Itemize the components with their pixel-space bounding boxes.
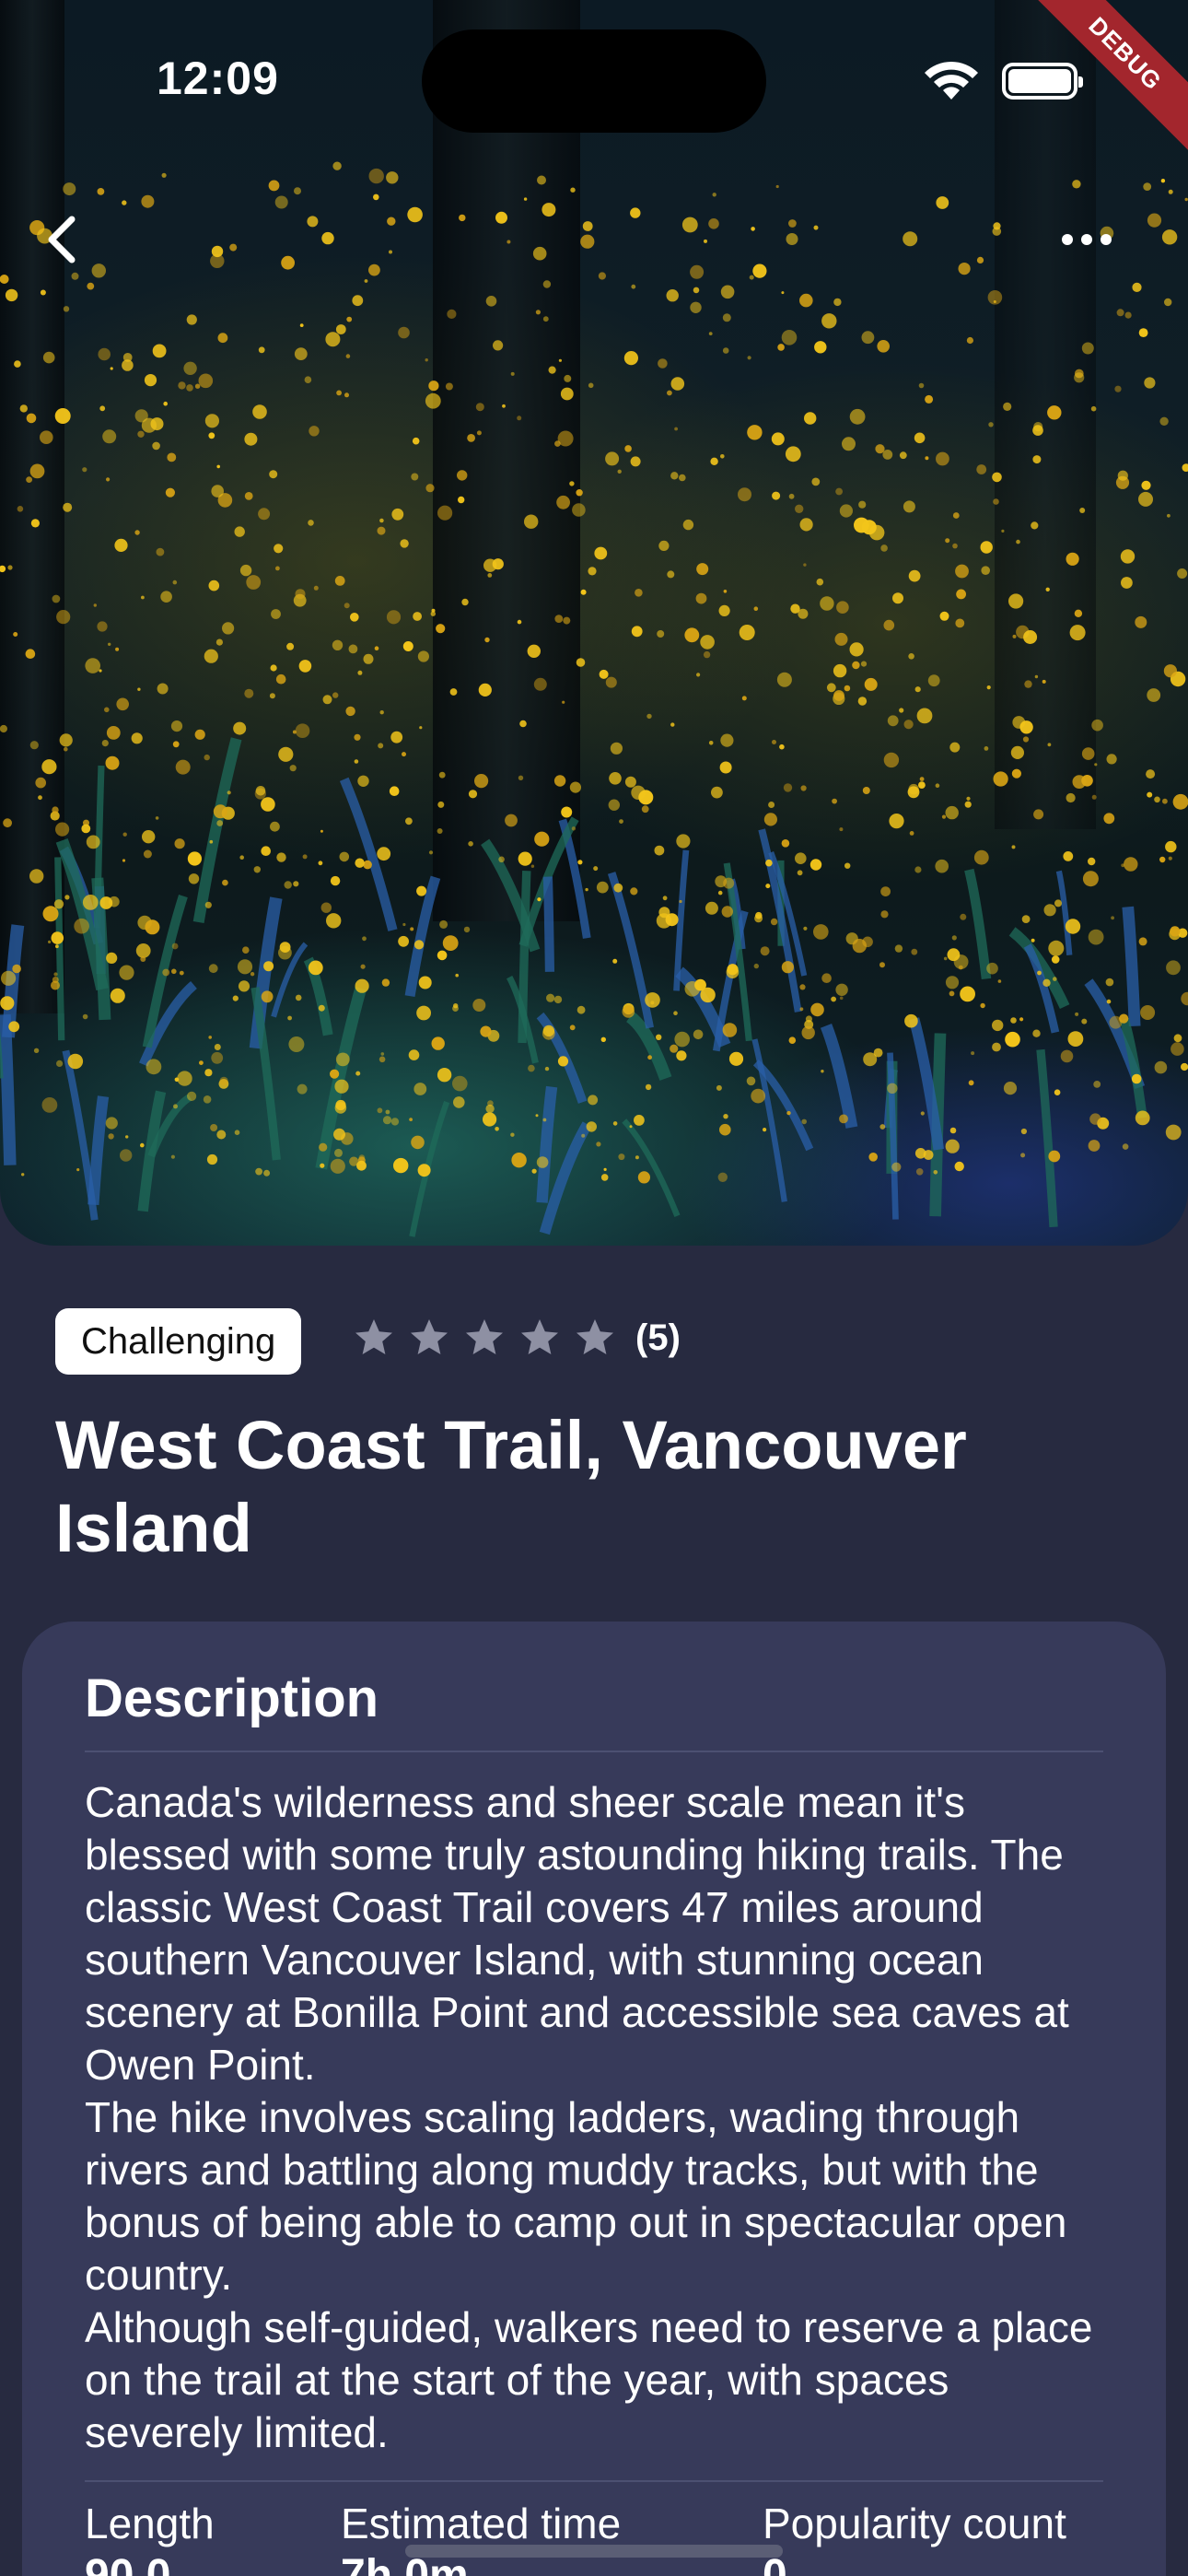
divider (85, 1751, 1103, 1752)
stat-length-label: Length (85, 2500, 215, 2547)
stat-length-value: 90.0 (85, 2551, 171, 2576)
stat-time-label: Estimated time (341, 2500, 622, 2547)
rating-stars (352, 1316, 617, 1360)
stat-popularity-label: Popularity count (763, 2500, 1066, 2547)
chevron-left-icon (48, 216, 76, 263)
star-icon (577, 1319, 613, 1354)
wifi-icon (925, 61, 978, 100)
description-paragraph: Although self-guided, walkers need to re… (85, 2303, 1093, 2456)
description-paragraph: Canada's wilderness and sheer scale mean… (85, 1778, 1069, 2089)
description-paragraph: The hike involves scaling ladders, wadin… (85, 2093, 1067, 2299)
status-time: 12:09 (157, 53, 279, 104)
star-icon (521, 1319, 558, 1354)
difficulty-badge: Challenging (55, 1308, 302, 1375)
description-heading: Description (85, 1669, 379, 1728)
star-icon (466, 1319, 503, 1354)
firefly-dots (0, 161, 1188, 1237)
more-options-button[interactable] (1050, 212, 1124, 267)
trail-hero-image (0, 0, 1188, 1246)
battery-icon (1002, 63, 1083, 100)
description-text: Canada's wilderness and sheer scale mean… (85, 1776, 1116, 2459)
star-icon (355, 1319, 392, 1354)
more-horizontal-icon (1062, 234, 1073, 245)
home-indicator (405, 2545, 783, 2558)
dynamic-island (422, 29, 766, 133)
star-icon (411, 1319, 448, 1354)
trail-title: West Coast Trail, Vancouver Island (55, 1407, 967, 1566)
description-card: Description Canada's wilderness and shee… (22, 1622, 1166, 2576)
back-button[interactable] (28, 203, 101, 276)
divider (85, 2480, 1103, 2482)
rating-count: (5) (635, 1317, 681, 1358)
